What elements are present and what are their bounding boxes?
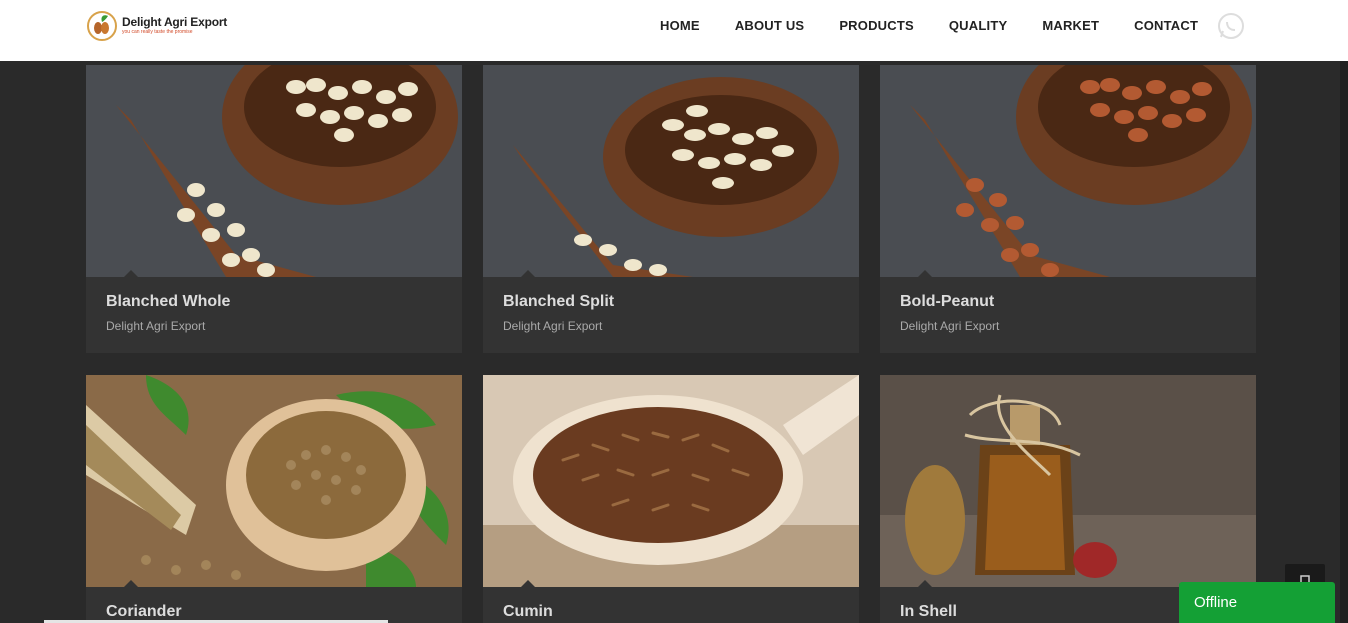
product-image	[880, 375, 1256, 587]
logo-icon	[87, 11, 117, 41]
nav-about-us[interactable]: ABOUT US	[735, 18, 805, 33]
logo[interactable]: Delight Agri Export you can really taste…	[86, 10, 227, 42]
product-image	[483, 65, 859, 277]
main-nav: HOME ABOUT US PRODUCTS QUALITY MARKET CO…	[660, 18, 1233, 33]
product-image	[86, 375, 462, 587]
card-notch	[918, 580, 932, 587]
site-header: Delight Agri Export you can really taste…	[0, 0, 1348, 61]
product-image	[483, 375, 859, 587]
logo-name: Delight Agri Export	[122, 15, 228, 29]
nav-quality[interactable]: QUALITY	[949, 18, 1007, 33]
product-card-bold-peanut[interactable]: Bold-Peanut Delight Agri Export	[880, 65, 1256, 353]
product-card-blanched-split[interactable]: Blanched Split Delight Agri Export	[483, 65, 859, 353]
nav-home[interactable]: HOME	[660, 18, 700, 33]
product-subtitle: Delight Agri Export	[503, 319, 603, 333]
product-title[interactable]: Cumin	[503, 603, 553, 621]
product-card-blanched-whole[interactable]: Blanched Whole Delight Agri Export	[86, 65, 462, 353]
product-subtitle: Delight Agri Export	[900, 319, 1000, 333]
nav-market[interactable]: MARKET	[1042, 18, 1099, 33]
product-card-cumin[interactable]: Cumin	[483, 375, 859, 623]
card-notch	[124, 580, 138, 587]
card-notch	[124, 270, 138, 277]
card-notch	[521, 270, 535, 277]
product-card-coriander[interactable]: Coriander	[86, 375, 462, 623]
product-subtitle: Delight Agri Export	[106, 319, 206, 333]
logo-tagline: you can really taste the promise	[122, 29, 193, 35]
card-notch	[918, 270, 932, 277]
card-notch	[521, 580, 535, 587]
scroll-gutter	[1340, 61, 1348, 623]
live-chat-status-button[interactable]: Offline	[1179, 582, 1335, 623]
product-image	[880, 65, 1256, 277]
product-image	[86, 65, 462, 277]
product-title[interactable]: Coriander	[106, 603, 182, 621]
nav-contact[interactable]: CONTACT	[1134, 18, 1198, 33]
product-title[interactable]: Bold-Peanut	[900, 293, 994, 311]
product-title[interactable]: Blanched Split	[503, 293, 614, 311]
whatsapp-icon[interactable]	[1217, 12, 1245, 40]
nav-products[interactable]: PRODUCTS	[839, 18, 914, 33]
product-title[interactable]: In Shell	[900, 603, 957, 621]
product-title[interactable]: Blanched Whole	[106, 293, 230, 311]
